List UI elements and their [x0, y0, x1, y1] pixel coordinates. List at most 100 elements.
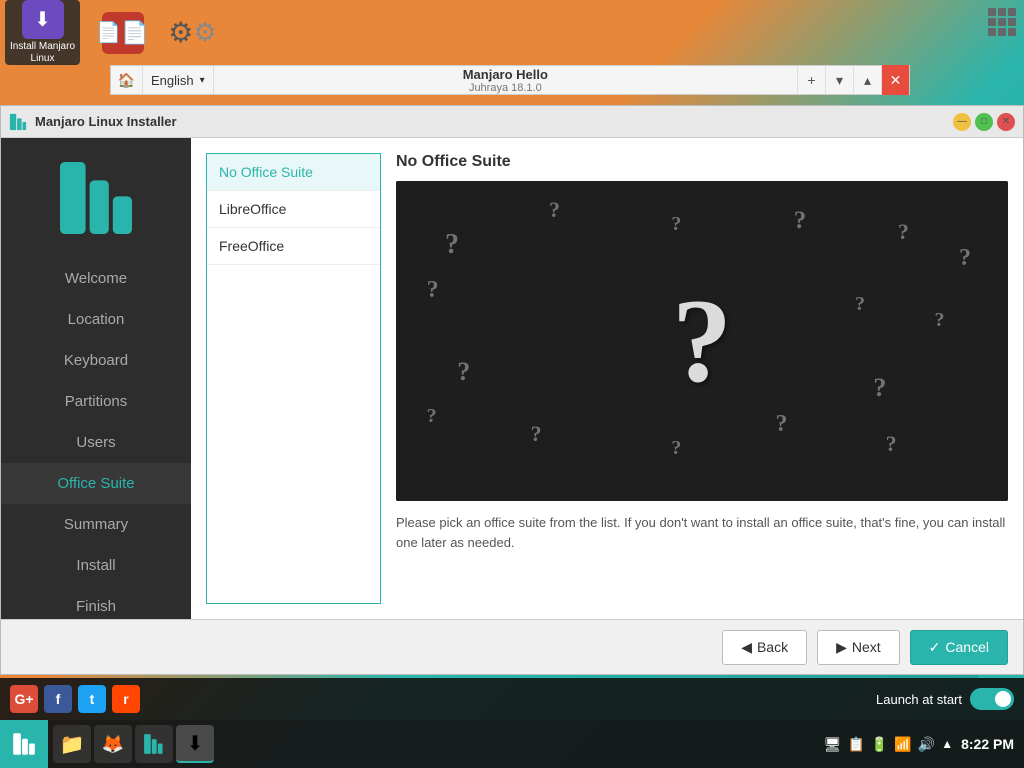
sidebar-item-keyboard[interactable]: Keyboard — [1, 340, 191, 381]
start-button[interactable] — [0, 720, 48, 768]
selected-suite-title: No Office Suite — [396, 153, 1008, 171]
taskbar-top: Install Manjaro Linux 📄 ⚙ — [0, 0, 1024, 65]
qmark-small-10: ? — [671, 437, 681, 460]
content-area: No Office Suite LibreOffice FreeOffice N… — [206, 153, 1008, 604]
qmark-small-15: ? — [959, 245, 971, 272]
facebook-icon[interactable]: f — [44, 685, 72, 713]
sidebar-item-finish[interactable]: Finish — [1, 586, 191, 619]
qmark-small-8: ? — [427, 405, 437, 428]
launch-at-start-toggle[interactable] — [970, 688, 1014, 710]
qmark-small-16: ? — [855, 293, 865, 316]
launch-at-start-section: Launch at start — [876, 688, 1014, 710]
qmark-small-2: ? — [549, 197, 560, 223]
next-label: Next — [852, 639, 881, 655]
sidebar-item-install[interactable]: Install — [1, 545, 191, 586]
qmark-small-6: ? — [427, 277, 439, 304]
launch-at-start-label: Launch at start — [876, 692, 962, 707]
installer-body: Welcome Location Keyboard Partitions Use… — [1, 138, 1023, 619]
info-panel: No Office Suite ? ? ? ? ? ? ? ? ? — [396, 153, 1008, 604]
cancel-label: Cancel — [945, 639, 989, 655]
qmark-small-11: ? — [775, 411, 787, 438]
hello-subtitle: Juhraya 18.1.0 — [214, 82, 797, 94]
suite-option-libreoffice[interactable]: LibreOffice — [207, 191, 380, 228]
qmark-big: ? — [672, 272, 732, 410]
hello-add-button[interactable]: + — [797, 65, 825, 95]
next-button[interactable]: ▶ Next — [817, 630, 900, 665]
sidebar-item-welcome[interactable]: Welcome — [1, 258, 191, 299]
volume-icon[interactable]: 🔊 — [918, 736, 935, 753]
reddit-icon[interactable]: r — [112, 685, 140, 713]
google-plus-icon[interactable]: G+ — [10, 685, 38, 713]
hello-controls: + ▾ ▴ ✕ — [797, 65, 909, 95]
taskbar-bottom: 📁 🦊 ⬇ 🖥 📋 🔋 📶 🔊 ▲ 8:22 PM — [0, 720, 1024, 768]
system-icons: 🖥 📋 🔋 📶 🔊 ▲ — [824, 736, 953, 753]
sidebar-logo — [56, 158, 136, 238]
chevron-up-system-icon[interactable]: ▲ — [941, 737, 953, 751]
installer-titlebar: Manjaro Linux Installer — □ ✕ — [1, 106, 1023, 138]
suite-description: Please pick an office suite from the lis… — [396, 513, 1008, 552]
sidebar-item-location[interactable]: Location — [1, 299, 191, 340]
taskbar-files-icon[interactable]: 📁 — [53, 725, 91, 763]
sidebar-item-partitions[interactable]: Partitions — [1, 381, 191, 422]
install-icon — [22, 0, 64, 39]
hello-close-button[interactable]: ✕ — [881, 65, 909, 95]
grid-icon[interactable] — [988, 8, 1016, 36]
display-icon: 🖥 — [824, 736, 842, 753]
sidebar-item-office-suite[interactable]: Office Suite — [1, 463, 191, 504]
twitter-icon[interactable]: t — [78, 685, 106, 713]
social-bar: G+ f t r Launch at start — [0, 678, 1024, 720]
home-button[interactable]: 🏠 — [111, 65, 143, 95]
sidebar-item-summary[interactable]: Summary — [1, 504, 191, 545]
clipboard-icon: 📋 — [847, 736, 864, 753]
install-app-icon[interactable]: Install Manjaro Linux — [5, 0, 80, 65]
battery-icon: 🔋 — [871, 736, 888, 753]
install-app-label: Install Manjaro Linux — [5, 41, 80, 65]
qmark-small-7: ? — [457, 357, 470, 387]
installer-footer: ◀ Back ▶ Next ✓ Cancel — [1, 619, 1023, 674]
maximize-button[interactable]: □ — [975, 113, 993, 131]
titlebar-left: Manjaro Linux Installer — [9, 113, 177, 131]
suite-option-no-office[interactable]: No Office Suite — [207, 154, 380, 191]
suite-option-freeoffice[interactable]: FreeOffice — [207, 228, 380, 265]
qmark-small-1: ? — [445, 229, 459, 261]
qmark-small-4: ? — [794, 207, 807, 235]
qmark-small-9: ? — [531, 421, 542, 447]
manjaro-start-icon — [12, 732, 36, 756]
language-label: English — [151, 73, 194, 88]
next-arrow-icon: ▶ — [836, 639, 847, 656]
installer-window: Manjaro Linux Installer — □ ✕ Welcome Lo… — [0, 105, 1024, 675]
taskbar-installer-icon[interactable]: ⬇ — [176, 725, 214, 763]
hello-bar: 🏠 English Manjaro Hello Juhraya 18.1.0 +… — [110, 65, 910, 95]
cancel-button[interactable]: ✓ Cancel — [910, 630, 1008, 665]
back-arrow-icon: ◀ — [741, 639, 752, 656]
pdf-app-icon[interactable]: 📄 — [95, 0, 150, 65]
suite-list: No Office Suite LibreOffice FreeOffice — [206, 153, 381, 604]
qmark-small-3: ? — [671, 213, 681, 236]
language-selector[interactable]: English — [143, 66, 214, 94]
manjaro-titlebar-logo — [9, 113, 27, 131]
suite-image: ? ? ? ? ? ? ? ? ? ? ? ? ? — [396, 181, 1008, 501]
close-button[interactable]: ✕ — [997, 113, 1015, 131]
pdf-icon: 📄 — [102, 12, 144, 54]
win-controls: — □ ✕ — [953, 113, 1015, 131]
taskbar-right: 🖥 📋 🔋 📶 🔊 ▲ 8:22 PM — [824, 736, 1024, 753]
taskbar-browser-icon[interactable]: 🦊 — [94, 725, 132, 763]
qmark-small-5: ? — [898, 219, 909, 245]
tool-app-icon[interactable]: ⚙ — [165, 0, 220, 65]
tool-icon: ⚙ — [172, 12, 214, 54]
back-label: Back — [757, 639, 788, 655]
qmark-small-14: ? — [935, 309, 945, 332]
hello-title: Manjaro Hello — [214, 67, 797, 82]
main-content: No Office Suite LibreOffice FreeOffice N… — [191, 138, 1023, 619]
hello-chevron-down-button[interactable]: ▾ — [825, 65, 853, 95]
hello-title-area: Manjaro Hello Juhraya 18.1.0 — [214, 67, 797, 94]
taskbar-app-icons: 📁 🦊 ⬇ — [48, 720, 219, 768]
wifi-icon: 📶 — [894, 736, 911, 753]
clock: 8:22 PM — [961, 736, 1014, 752]
sidebar: Welcome Location Keyboard Partitions Use… — [1, 138, 191, 619]
hello-chevron-up-button[interactable]: ▴ — [853, 65, 881, 95]
sidebar-item-users[interactable]: Users — [1, 422, 191, 463]
back-button[interactable]: ◀ Back — [722, 630, 807, 665]
minimize-button[interactable]: — — [953, 113, 971, 131]
taskbar-manjaro-icon[interactable] — [135, 725, 173, 763]
